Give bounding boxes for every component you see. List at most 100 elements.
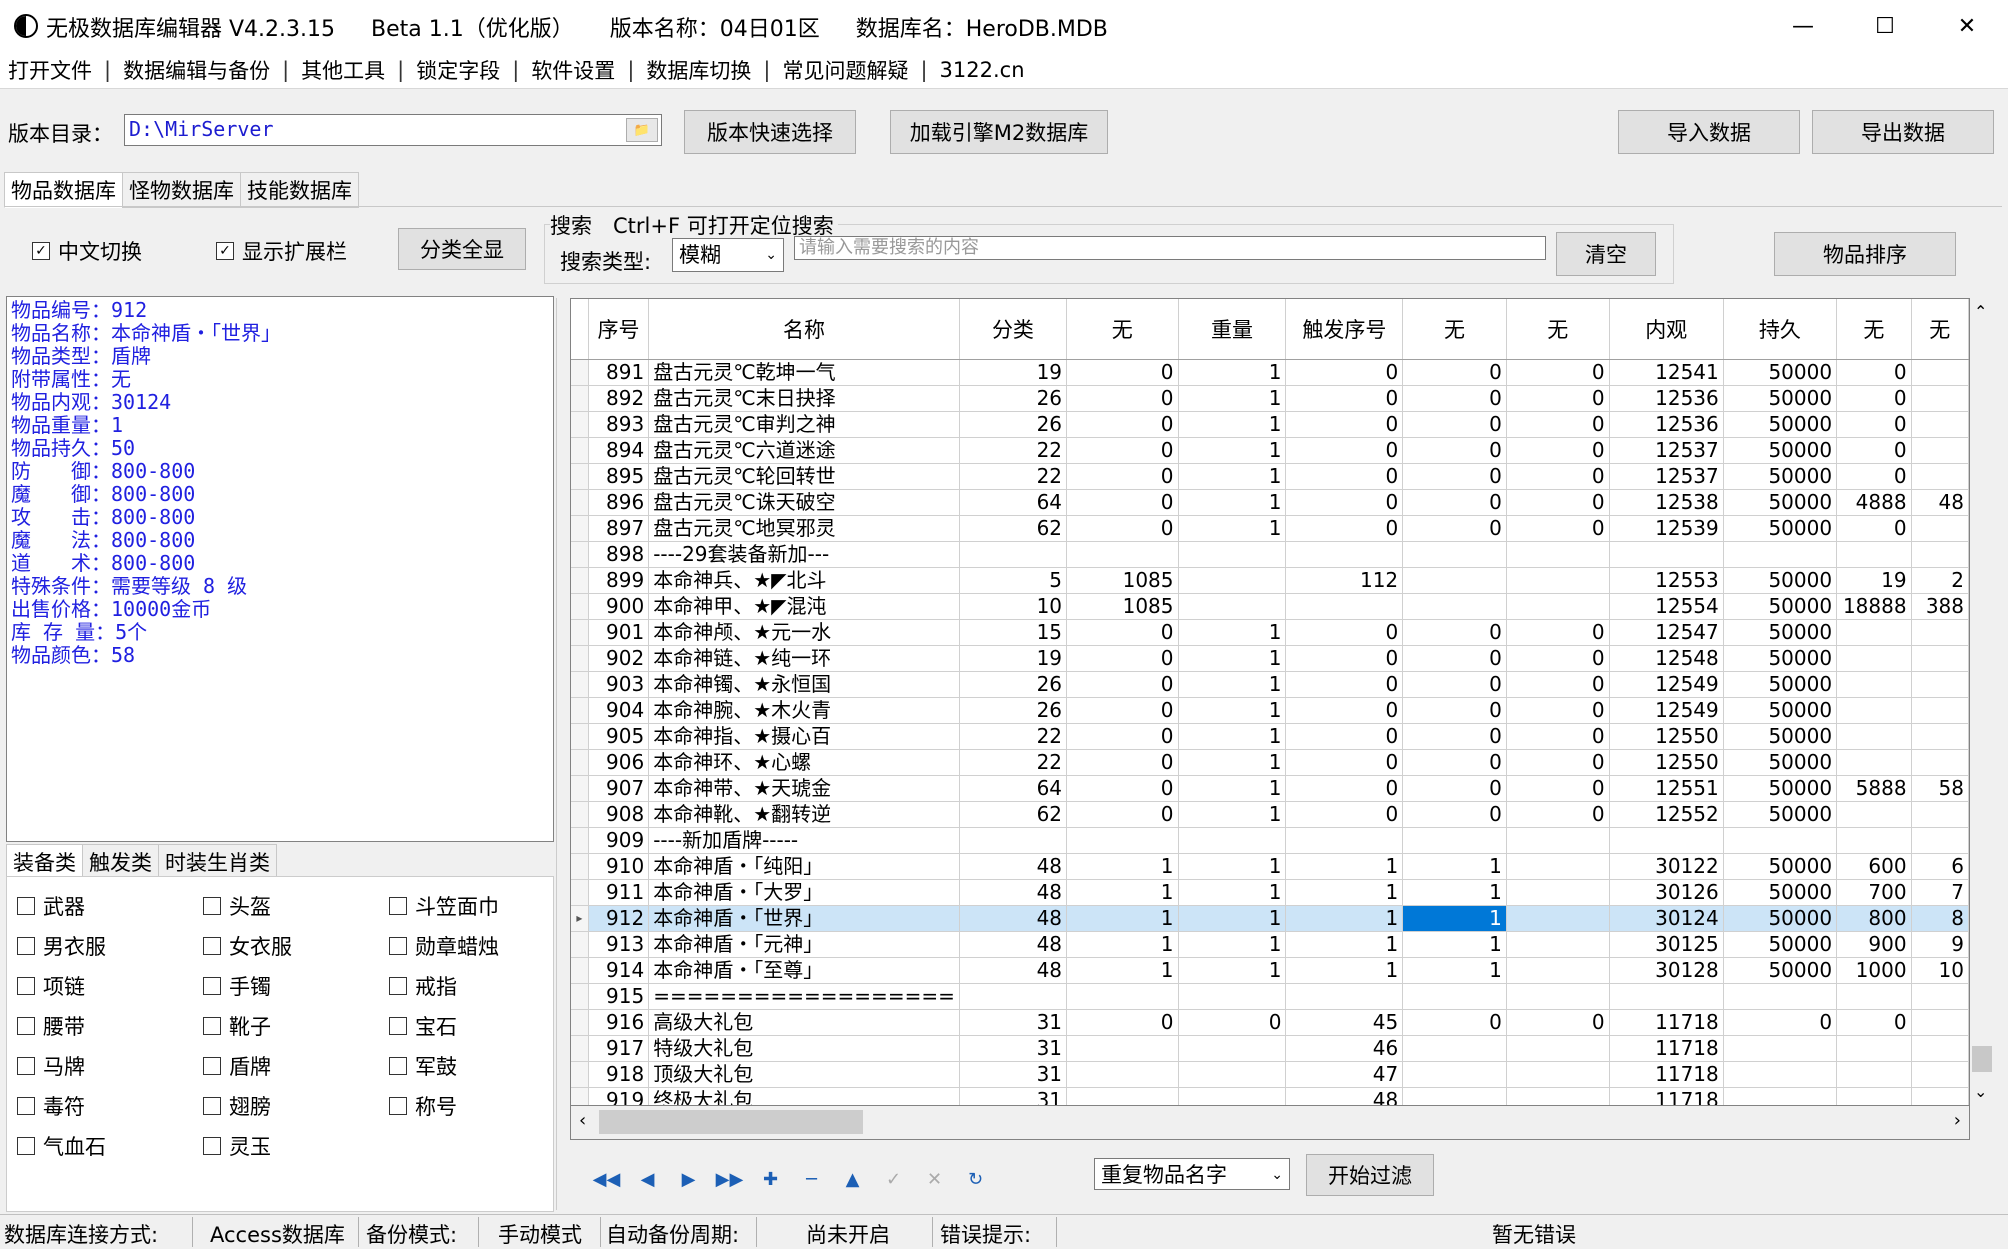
table-cell[interactable]: 6 <box>1911 853 1969 880</box>
category-checkbox[interactable]: 毒符 <box>17 1091 85 1121</box>
table-cell[interactable] <box>1402 1087 1507 1105</box>
table-cell[interactable]: 30126 <box>1609 879 1724 906</box>
table-cell[interactable]: 1 <box>1178 645 1287 672</box>
column-header[interactable]: 分类 <box>959 299 1068 360</box>
table-cell[interactable] <box>1836 1035 1912 1062</box>
row-indicator[interactable] <box>571 723 589 750</box>
row-indicator[interactable] <box>571 645 589 672</box>
table-cell[interactable]: 0 <box>1066 1009 1179 1036</box>
table-cell[interactable]: 30125 <box>1609 931 1724 958</box>
table-cell[interactable]: 48 <box>959 957 1068 984</box>
table-cell[interactable] <box>1285 541 1404 568</box>
folder-browse-icon[interactable]: 📁 <box>626 118 658 142</box>
table-cell[interactable] <box>1911 1035 1969 1062</box>
table-cell[interactable]: 本命神兵、★◤北斗 <box>648 567 960 594</box>
row-indicator[interactable] <box>571 437 589 464</box>
table-row[interactable]: 903 本命神镯、★永恒国 26 0 1 0 0 0 12549 50000 <box>571 671 1969 698</box>
table-cell[interactable] <box>1506 983 1610 1010</box>
table-row[interactable]: 907 本命神带、★天琥金 64 0 1 0 0 0 12551 50000 5888 58 <box>571 775 1969 802</box>
table-cell[interactable]: 1 <box>1178 957 1287 984</box>
table-cell[interactable]: 0 <box>1506 801 1610 828</box>
table-cell[interactable]: 0 <box>1066 463 1179 490</box>
table-cell[interactable]: 0 <box>1506 645 1610 672</box>
table-cell[interactable] <box>1836 541 1912 568</box>
table-cell[interactable]: 0 <box>1066 411 1179 438</box>
table-cell[interactable]: 0 <box>1066 619 1179 646</box>
table-cell[interactable]: 1 <box>1066 879 1179 906</box>
column-header[interactable]: 名称 <box>648 299 960 360</box>
table-cell[interactable]: 10 <box>1911 957 1969 984</box>
row-indicator[interactable] <box>571 671 589 698</box>
table-cell[interactable] <box>1402 1061 1507 1088</box>
table-cell[interactable] <box>1285 593 1404 620</box>
table-cell[interactable] <box>1178 593 1287 620</box>
table-cell[interactable]: 1 <box>1285 957 1404 984</box>
table-cell[interactable]: 高级大礼包 <box>648 1009 960 1036</box>
table-cell[interactable]: 48 <box>959 879 1068 906</box>
table-cell[interactable]: 0 <box>1402 749 1507 776</box>
column-header[interactable]: 无 <box>1402 299 1507 360</box>
table-cell[interactable]: 0 <box>1066 697 1179 724</box>
table-row[interactable]: 906 本命神环、★心螺 22 0 1 0 0 0 12550 50000 <box>571 749 1969 776</box>
table-cell[interactable]: 0 <box>1066 723 1179 750</box>
table-cell[interactable]: 12548 <box>1609 645 1724 672</box>
category-checkbox[interactable]: 盾牌 <box>203 1051 271 1081</box>
row-indicator[interactable] <box>571 749 589 776</box>
row-indicator[interactable] <box>571 1061 589 1088</box>
table-cell[interactable]: 12538 <box>1609 489 1724 516</box>
table-cell[interactable]: 30122 <box>1609 853 1724 880</box>
table-cell[interactable]: 12550 <box>1609 749 1724 776</box>
table-cell[interactable]: 1 <box>1178 515 1287 542</box>
table-cell[interactable] <box>1178 1061 1287 1088</box>
row-pointer-icon[interactable]: ▸ <box>571 905 589 932</box>
table-cell[interactable]: 0 <box>1066 671 1179 698</box>
category-checkbox[interactable]: 腰带 <box>17 1011 85 1041</box>
table-cell[interactable] <box>1506 567 1610 594</box>
table-cell[interactable]: 1000 <box>1836 957 1912 984</box>
table-cell[interactable]: 893 <box>588 411 650 438</box>
table-cell[interactable]: 7 <box>1911 879 1969 906</box>
table-cell[interactable]: 0 <box>1836 411 1912 438</box>
row-indicator[interactable] <box>571 515 589 542</box>
delete-record-icon[interactable]: ─ <box>791 1169 832 1190</box>
table-cell[interactable]: 1 <box>1178 671 1287 698</box>
table-cell[interactable]: 2 <box>1911 567 1969 594</box>
table-cell[interactable]: 50000 <box>1723 593 1838 620</box>
table-cell[interactable]: 905 <box>588 723 650 750</box>
table-cell[interactable]: 899 <box>588 567 650 594</box>
table-cell[interactable]: 0 <box>1402 489 1507 516</box>
table-cell[interactable]: 0 <box>1402 437 1507 464</box>
row-indicator[interactable] <box>571 853 589 880</box>
table-cell[interactable]: 12536 <box>1609 411 1724 438</box>
chevron-left-icon[interactable]: ‹ <box>579 1110 586 1131</box>
table-cell[interactable]: 1 <box>1402 931 1507 958</box>
post-record-icon[interactable]: ✓ <box>873 1169 914 1190</box>
table-row[interactable]: 898 ----29套装备新加--- <box>571 541 1969 568</box>
table-cell[interactable]: 本命神盾・「世界」 <box>648 905 960 932</box>
table-cell[interactable]: 22 <box>959 463 1068 490</box>
table-cell[interactable]: 26 <box>959 671 1068 698</box>
table-cell[interactable]: 50000 <box>1723 905 1838 932</box>
table-cell[interactable]: 0 <box>1402 385 1507 412</box>
table-cell[interactable]: 本命神腕、★木火青 <box>648 697 960 724</box>
table-cell[interactable]: 1 <box>1178 723 1287 750</box>
category-checkbox[interactable]: 称号 <box>389 1091 457 1121</box>
table-row[interactable]: 915 ================== <box>571 983 1969 1010</box>
table-cell[interactable]: 11718 <box>1609 1035 1724 1062</box>
table-cell[interactable]: 1 <box>1402 905 1507 932</box>
table-cell[interactable]: 50000 <box>1723 437 1838 464</box>
row-indicator[interactable] <box>571 619 589 646</box>
category-checkbox[interactable]: 灵玉 <box>203 1131 271 1161</box>
table-cell[interactable]: 50000 <box>1723 463 1838 490</box>
table-cell[interactable] <box>1911 697 1969 724</box>
table-cell[interactable]: 913 <box>588 931 650 958</box>
table-cell[interactable]: 11718 <box>1609 1009 1724 1036</box>
table-cell[interactable]: 48 <box>1911 489 1969 516</box>
row-indicator[interactable] <box>571 697 589 724</box>
table-cell[interactable] <box>1402 983 1507 1010</box>
table-cell[interactable] <box>1911 411 1969 438</box>
table-cell[interactable] <box>1609 827 1724 854</box>
table-cell[interactable]: 900 <box>1836 931 1912 958</box>
table-cell[interactable]: 112 <box>1285 567 1404 594</box>
table-cell[interactable] <box>1836 697 1912 724</box>
